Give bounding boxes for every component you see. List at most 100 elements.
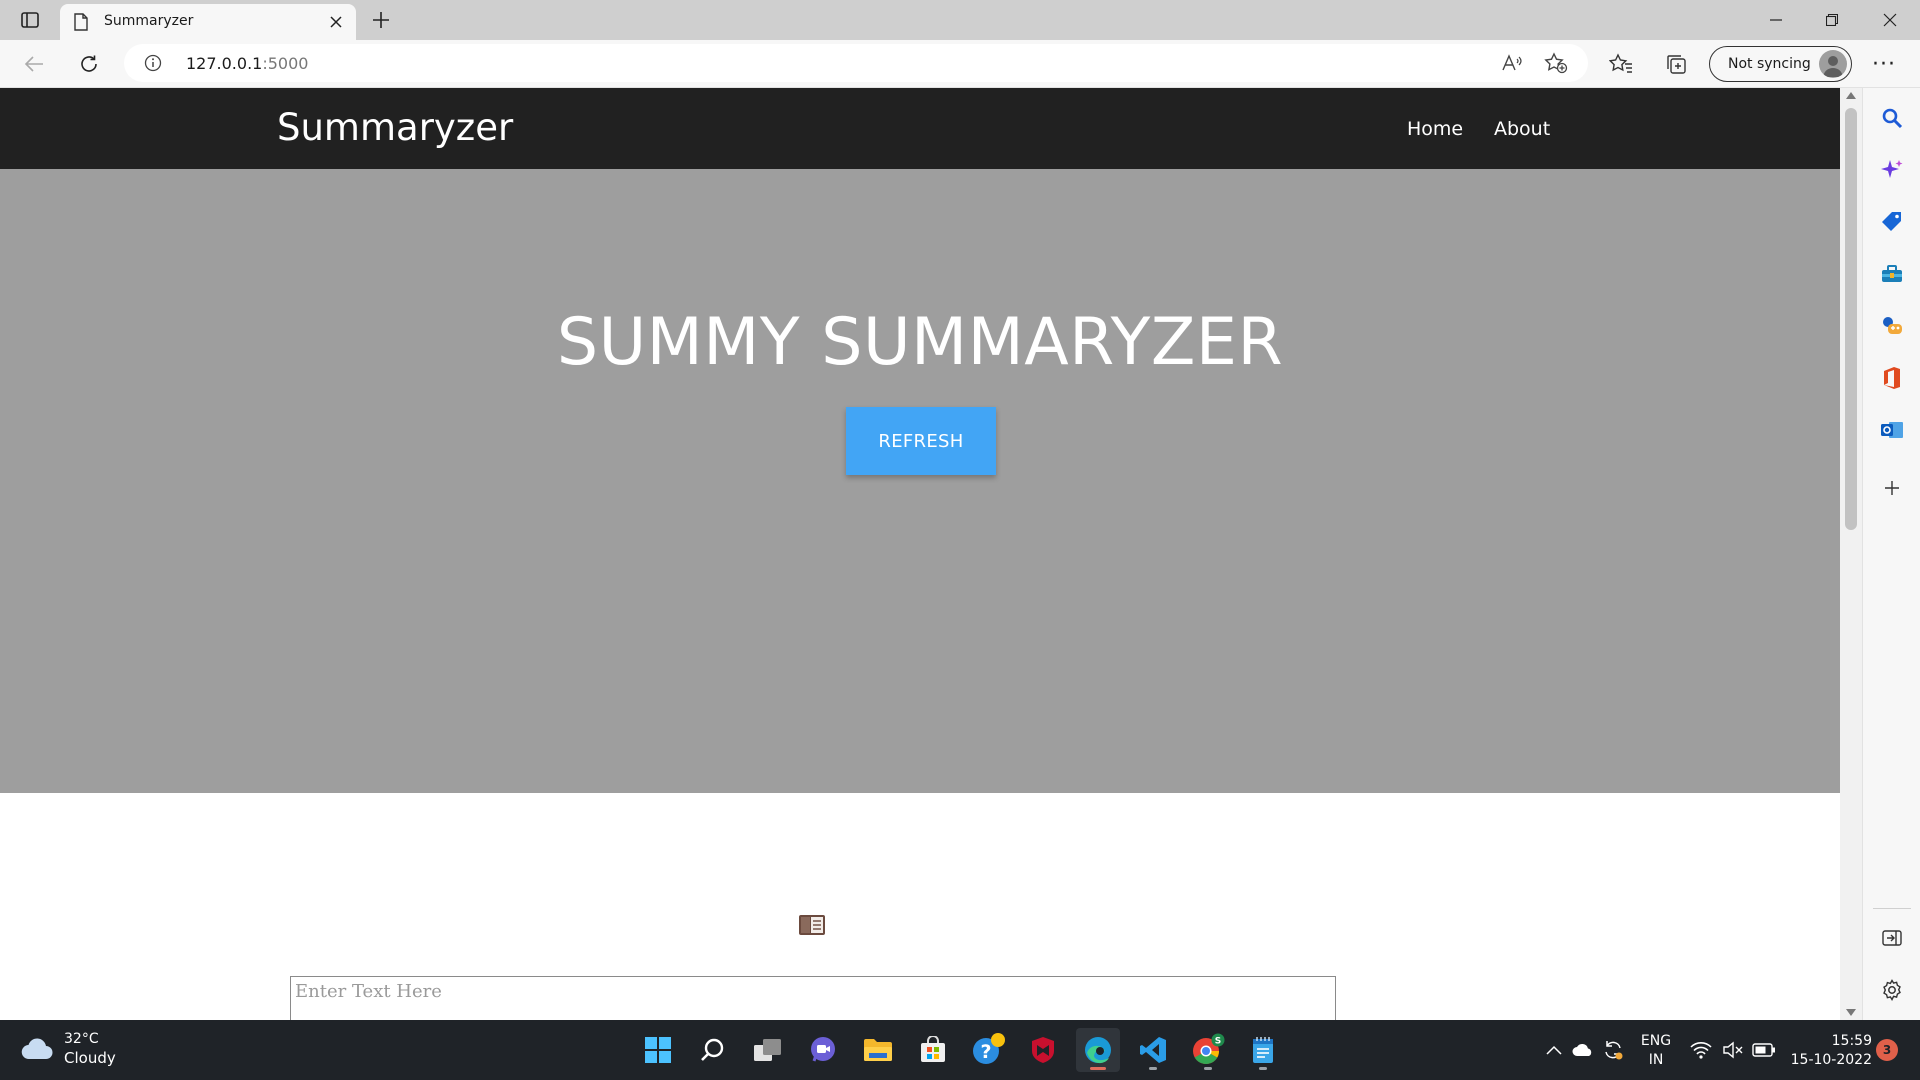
taskbar-notepad-button[interactable] xyxy=(1241,1028,1285,1072)
close-window-button[interactable] xyxy=(1862,0,1918,40)
task-view-icon xyxy=(754,1039,781,1061)
clock-time: 15:59 xyxy=(1831,1033,1872,1049)
sync-icon xyxy=(1605,1041,1623,1060)
weather-widget[interactable]: 32°C Cloudy xyxy=(20,1030,116,1068)
sidebar-shopping-button[interactable] xyxy=(1876,206,1908,238)
sidebar-tools-button[interactable] xyxy=(1876,258,1908,290)
taskbar-mcafee-button[interactable] xyxy=(1021,1028,1065,1072)
edge-icon xyxy=(1085,1037,1111,1064)
minimize-icon xyxy=(1770,19,1782,21)
running-indicator xyxy=(1090,1067,1106,1070)
tab-actions-icon xyxy=(21,12,39,28)
taskbar-vscode-button[interactable] xyxy=(1131,1028,1175,1072)
nav-link-home[interactable]: Home xyxy=(1407,118,1463,140)
site-navbar: Summaryzer Home About xyxy=(0,88,1840,169)
battery-tray-button[interactable] xyxy=(1750,1020,1778,1080)
running-indicator xyxy=(1204,1067,1212,1070)
office-icon xyxy=(1884,367,1900,389)
settings-and-more-button[interactable]: ··· xyxy=(1868,48,1900,80)
hero-title: SUMMY SUMMARYZER xyxy=(556,305,1284,380)
clock-date: 15-10-2022 xyxy=(1790,1052,1872,1068)
taskbar-edge-button[interactable] xyxy=(1076,1028,1120,1072)
address-bar[interactable]: 127.0.0.1:5000 xyxy=(124,44,1588,82)
url-host: 127.0.0.1 xyxy=(186,54,263,73)
onedrive-tray-button[interactable] xyxy=(1570,1020,1596,1080)
page-viewport: Summaryzer Home About SUMMY SUMMARYZER R… xyxy=(0,88,1840,1020)
refresh-button[interactable]: REFRESH xyxy=(846,407,996,475)
favorites-button[interactable] xyxy=(1605,48,1637,80)
sidebar-discover-button[interactable] xyxy=(1876,154,1908,186)
sidebar-add-button[interactable] xyxy=(1876,472,1908,504)
text-input[interactable] xyxy=(290,976,1336,1020)
sidebar-divider xyxy=(1873,908,1911,909)
document-icon xyxy=(798,914,826,940)
taskbar-task-view-button[interactable] xyxy=(746,1028,790,1072)
close-tab-button[interactable] xyxy=(326,12,346,32)
new-tab-button[interactable] xyxy=(366,6,396,34)
panel-collapse-icon xyxy=(1882,930,1902,946)
show-hidden-icons-button[interactable] xyxy=(1542,1020,1566,1080)
sparkle-icon xyxy=(1881,160,1903,178)
notification-badge[interactable]: 3 xyxy=(1876,1039,1898,1061)
weather-condition: Cloudy xyxy=(64,1049,116,1067)
scroll-down-icon[interactable] xyxy=(1846,1009,1856,1016)
profile-status-label: Not syncing xyxy=(1728,56,1811,72)
nav-link-about[interactable]: About xyxy=(1494,118,1550,140)
page-scrollbar[interactable] xyxy=(1840,88,1862,1020)
read-aloud-button[interactable] xyxy=(1498,50,1526,76)
vscode-icon xyxy=(1140,1037,1166,1063)
volume-muted-icon xyxy=(1723,1041,1743,1059)
taskbar-search-button[interactable] xyxy=(691,1028,735,1072)
running-indicator xyxy=(1149,1067,1157,1070)
collections-button[interactable] xyxy=(1660,48,1692,80)
taskbar-microsoft-store-button[interactable] xyxy=(911,1028,955,1072)
favorites-icon xyxy=(1609,53,1632,73)
input-language-indicator[interactable]: ENG IN xyxy=(1638,1032,1674,1070)
sidebar-search-button[interactable] xyxy=(1876,102,1908,134)
sidebar-settings-button[interactable] xyxy=(1876,974,1908,1006)
network-tray-button[interactable] xyxy=(1688,1020,1714,1080)
sidebar-outlook-button[interactable] xyxy=(1876,414,1908,446)
tab-actions-menu-button[interactable] xyxy=(14,7,46,33)
close-icon xyxy=(1883,13,1897,27)
svg-text:S: S xyxy=(1215,1037,1221,1047)
restore-button[interactable] xyxy=(1804,0,1860,40)
arrow-left-icon xyxy=(24,56,43,72)
sidebar-office-button[interactable] xyxy=(1876,362,1908,394)
taskbar-file-explorer-button[interactable] xyxy=(856,1028,900,1072)
running-indicator xyxy=(1259,1067,1267,1070)
taskbar-chrome-button[interactable]: S xyxy=(1186,1028,1230,1072)
scrollbar-thumb[interactable] xyxy=(1845,108,1857,530)
close-icon xyxy=(330,16,342,28)
site-brand-link[interactable]: Summaryzer xyxy=(277,106,513,149)
site-info-icon[interactable] xyxy=(144,54,162,76)
minimize-button[interactable] xyxy=(1748,0,1804,40)
read-aloud-icon xyxy=(1502,54,1522,71)
system-clock[interactable]: 15:59 15-10-2022 xyxy=(1786,1032,1872,1070)
scroll-up-icon[interactable] xyxy=(1846,92,1856,99)
browser-tab-summaryzer[interactable]: Summaryzer xyxy=(60,4,356,40)
browser-toolbar: 127.0.0.1:5000 Not syncing ··· xyxy=(0,40,1920,88)
person-icon xyxy=(1823,56,1843,77)
sync-tray-button[interactable] xyxy=(1600,1020,1626,1080)
star-add-icon xyxy=(1544,52,1568,74)
shopping-tag-icon xyxy=(1882,212,1901,231)
mcafee-icon xyxy=(1032,1037,1054,1063)
taskbar-get-help-button[interactable]: ? xyxy=(966,1028,1010,1072)
plus-icon xyxy=(373,12,389,28)
taskbar-chat-button[interactable] xyxy=(801,1028,845,1072)
back-button[interactable] xyxy=(18,48,50,80)
profile-button[interactable]: Not syncing xyxy=(1709,46,1852,82)
hide-sidebar-button[interactable] xyxy=(1876,922,1908,954)
sidebar-games-button[interactable] xyxy=(1876,310,1908,342)
avatar xyxy=(1819,50,1847,78)
notepad-icon xyxy=(1253,1037,1273,1063)
taskbar-start-button[interactable] xyxy=(636,1028,680,1072)
toolbox-icon xyxy=(1882,265,1902,282)
chrome-icon: S xyxy=(1193,1033,1225,1065)
windows-taskbar: 32°C Cloudy ? S ENG IN 15:59 15-10-2022 … xyxy=(0,1020,1920,1080)
add-favorite-button[interactable] xyxy=(1542,50,1570,76)
refresh-page-button[interactable] xyxy=(73,48,105,80)
volume-tray-button[interactable] xyxy=(1720,1020,1746,1080)
start-icon xyxy=(645,1037,671,1063)
